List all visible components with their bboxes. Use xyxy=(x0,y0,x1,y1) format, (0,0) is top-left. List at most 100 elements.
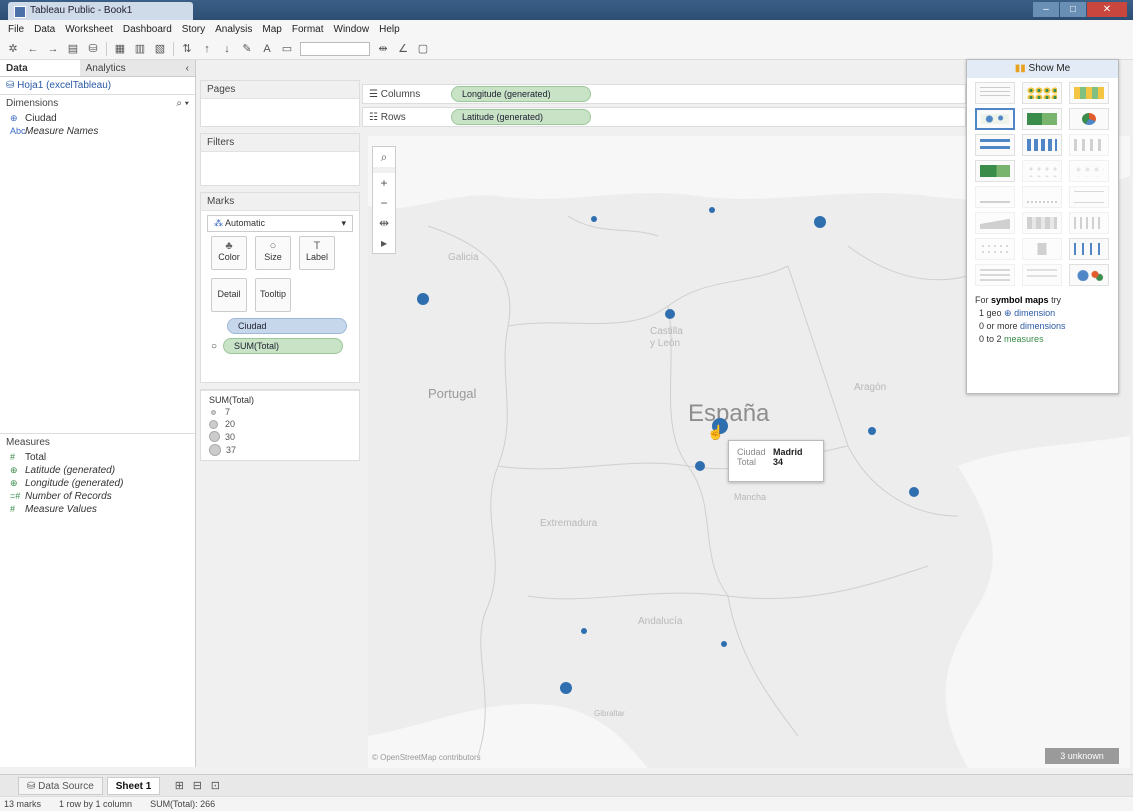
city-mark[interactable] xyxy=(868,427,876,435)
filters-shelf[interactable]: Filters xyxy=(200,133,360,186)
new-dashboard-icon[interactable]: ⊟ xyxy=(190,780,204,792)
unknown-indicator[interactable]: 3 unknown xyxy=(1045,748,1119,764)
fit-icon[interactable]: ▭ xyxy=(280,43,294,55)
zoom-out-icon[interactable]: − xyxy=(373,193,395,213)
sort-asc-icon[interactable]: ↑ xyxy=(200,43,214,55)
search-icon[interactable]: ⌕ ▾ xyxy=(176,98,189,109)
city-mark[interactable] xyxy=(721,641,727,647)
menu-map[interactable]: Map xyxy=(262,24,281,35)
symbol-map-icon[interactable] xyxy=(975,108,1015,130)
menu-format[interactable]: Format xyxy=(292,24,324,35)
field-latitude[interactable]: ⊕ Latitude (generated) xyxy=(0,464,195,477)
box-whisker-icon[interactable] xyxy=(1069,238,1109,260)
pages-drop-area[interactable] xyxy=(201,98,359,126)
new-worksheet-icon[interactable]: ⊞ xyxy=(172,780,186,792)
duplicate-sheet-icon[interactable]: ▥ xyxy=(133,43,147,55)
highlight-icon[interactable]: ✎ xyxy=(240,43,254,55)
field-ciudad[interactable]: ⊕ Ciudad xyxy=(0,112,195,125)
new-worksheet-icon[interactable]: ▦ xyxy=(113,43,127,55)
heat-map-icon[interactable] xyxy=(1022,82,1062,104)
forward-icon[interactable]: → xyxy=(46,43,60,55)
mark-type-dropdown[interactable]: ⁂ Automatic ▾ xyxy=(207,215,353,232)
pen-icon[interactable]: ∠ xyxy=(396,43,410,55)
side-circles-icon[interactable] xyxy=(1069,160,1109,182)
show-me-header[interactable]: ▮▮ Show Me xyxy=(967,60,1118,78)
color-button[interactable]: ♣ Color xyxy=(211,236,247,270)
latitude-pill[interactable]: Latitude (generated) xyxy=(451,109,591,125)
pie-chart-icon[interactable] xyxy=(1069,108,1109,130)
filled-map-icon[interactable] xyxy=(1022,108,1062,130)
filters-drop-area[interactable] xyxy=(201,151,359,185)
menu-data[interactable]: Data xyxy=(34,24,55,35)
maximize-button[interactable]: □ xyxy=(1060,2,1086,17)
menu-help[interactable]: Help xyxy=(379,24,400,35)
data-source-tab[interactable]: ⛁ Data Source xyxy=(18,776,103,795)
menu-dashboard[interactable]: Dashboard xyxy=(123,24,172,35)
sort-desc-icon[interactable]: ↓ xyxy=(220,43,234,55)
menu-analysis[interactable]: Analysis xyxy=(215,24,252,35)
ciudad-detail-pill[interactable]: Ciudad xyxy=(227,318,347,334)
horizontal-bars-icon[interactable] xyxy=(975,134,1015,156)
circle-view-icon[interactable] xyxy=(1022,160,1062,182)
tooltip-button[interactable]: Tooltip xyxy=(255,278,291,312)
field-measure-names[interactable]: Abc Measure Names xyxy=(0,125,195,138)
city-mark[interactable] xyxy=(417,293,429,305)
city-mark[interactable] xyxy=(665,309,675,319)
dual-combination-icon[interactable] xyxy=(1069,212,1109,234)
tab-analytics[interactable]: Analytics ‹ xyxy=(79,60,195,76)
menu-story[interactable]: Story xyxy=(182,24,205,35)
datasource-item[interactable]: ⛁ Hoja1 (excelTableau) xyxy=(0,77,195,95)
minimize-button[interactable]: – xyxy=(1033,2,1059,17)
longitude-pill[interactable]: Longitude (generated) xyxy=(451,86,591,102)
bullet-graph-icon[interactable] xyxy=(1022,264,1062,286)
rows-shelf[interactable]: ☷ Rows Latitude (generated) xyxy=(362,107,966,127)
sum-total-size-pill[interactable]: SUM(Total) xyxy=(223,338,344,354)
city-mark[interactable] xyxy=(709,207,715,213)
city-mark[interactable] xyxy=(909,487,919,497)
field-longitude[interactable]: ⊕ Longitude (generated) xyxy=(0,477,195,490)
clear-sheet-icon[interactable]: ▧ xyxy=(153,43,167,55)
field-number-of-records[interactable]: =# Number of Records xyxy=(0,490,195,503)
presentation-icon[interactable]: ▢ xyxy=(416,43,430,55)
text-table-icon[interactable] xyxy=(975,82,1015,104)
new-story-icon[interactable]: ⊡ xyxy=(208,780,222,792)
city-mark[interactable] xyxy=(560,682,572,694)
new-datasource-icon[interactable]: ⛁ xyxy=(86,43,100,55)
sheet-1-tab[interactable]: Sheet 1 xyxy=(106,776,161,795)
map-attribution[interactable]: © OpenStreetMap contributors xyxy=(372,753,481,762)
city-mark[interactable] xyxy=(695,461,705,471)
labels-icon[interactable]: A xyxy=(260,43,274,55)
zoom-home-icon[interactable]: ⇹ xyxy=(373,213,395,233)
field-measure-values[interactable]: # Measure Values xyxy=(0,503,195,516)
menu-window[interactable]: Window xyxy=(334,24,370,35)
swap-icon[interactable]: ⇅ xyxy=(180,43,194,55)
tableau-logo-icon[interactable]: ✲ xyxy=(6,43,20,55)
pages-shelf[interactable]: Pages xyxy=(200,80,360,127)
map-search-icon[interactable]: ⌕ xyxy=(373,147,395,167)
menu-file[interactable]: File xyxy=(8,24,24,35)
tab-data[interactable]: Data xyxy=(0,60,80,76)
save-icon[interactable]: ▤ xyxy=(66,43,80,55)
detail-button[interactable]: Detail xyxy=(211,278,247,312)
city-mark[interactable] xyxy=(814,216,826,228)
dual-lines-icon[interactable] xyxy=(1069,186,1109,208)
area-discrete-icon[interactable] xyxy=(1022,212,1062,234)
packed-bubbles-icon[interactable] xyxy=(1069,264,1109,286)
close-button[interactable]: ✕ xyxy=(1087,2,1127,17)
treemap-icon[interactable] xyxy=(975,160,1015,182)
menu-worksheet[interactable]: Worksheet xyxy=(65,24,113,35)
gantt-icon[interactable] xyxy=(975,264,1015,286)
stacked-bars-icon[interactable] xyxy=(1022,134,1062,156)
collapse-icon[interactable]: ‹ xyxy=(186,63,189,74)
histogram-icon[interactable] xyxy=(1022,238,1062,260)
back-icon[interactable]: ← xyxy=(26,43,40,55)
fix-axes-icon[interactable]: ⇹ xyxy=(376,43,390,55)
field-total[interactable]: # Total xyxy=(0,451,195,464)
map-pan-icon[interactable]: ▸ xyxy=(373,233,395,253)
columns-shelf[interactable]: ☰ Columns Longitude (generated) xyxy=(362,84,966,104)
size-button[interactable]: ○ Size xyxy=(255,236,291,270)
lines-continuous-icon[interactable] xyxy=(975,186,1015,208)
area-continuous-icon[interactable] xyxy=(975,212,1015,234)
lines-discrete-icon[interactable] xyxy=(1022,186,1062,208)
zoom-in-icon[interactable]: + xyxy=(373,173,395,193)
